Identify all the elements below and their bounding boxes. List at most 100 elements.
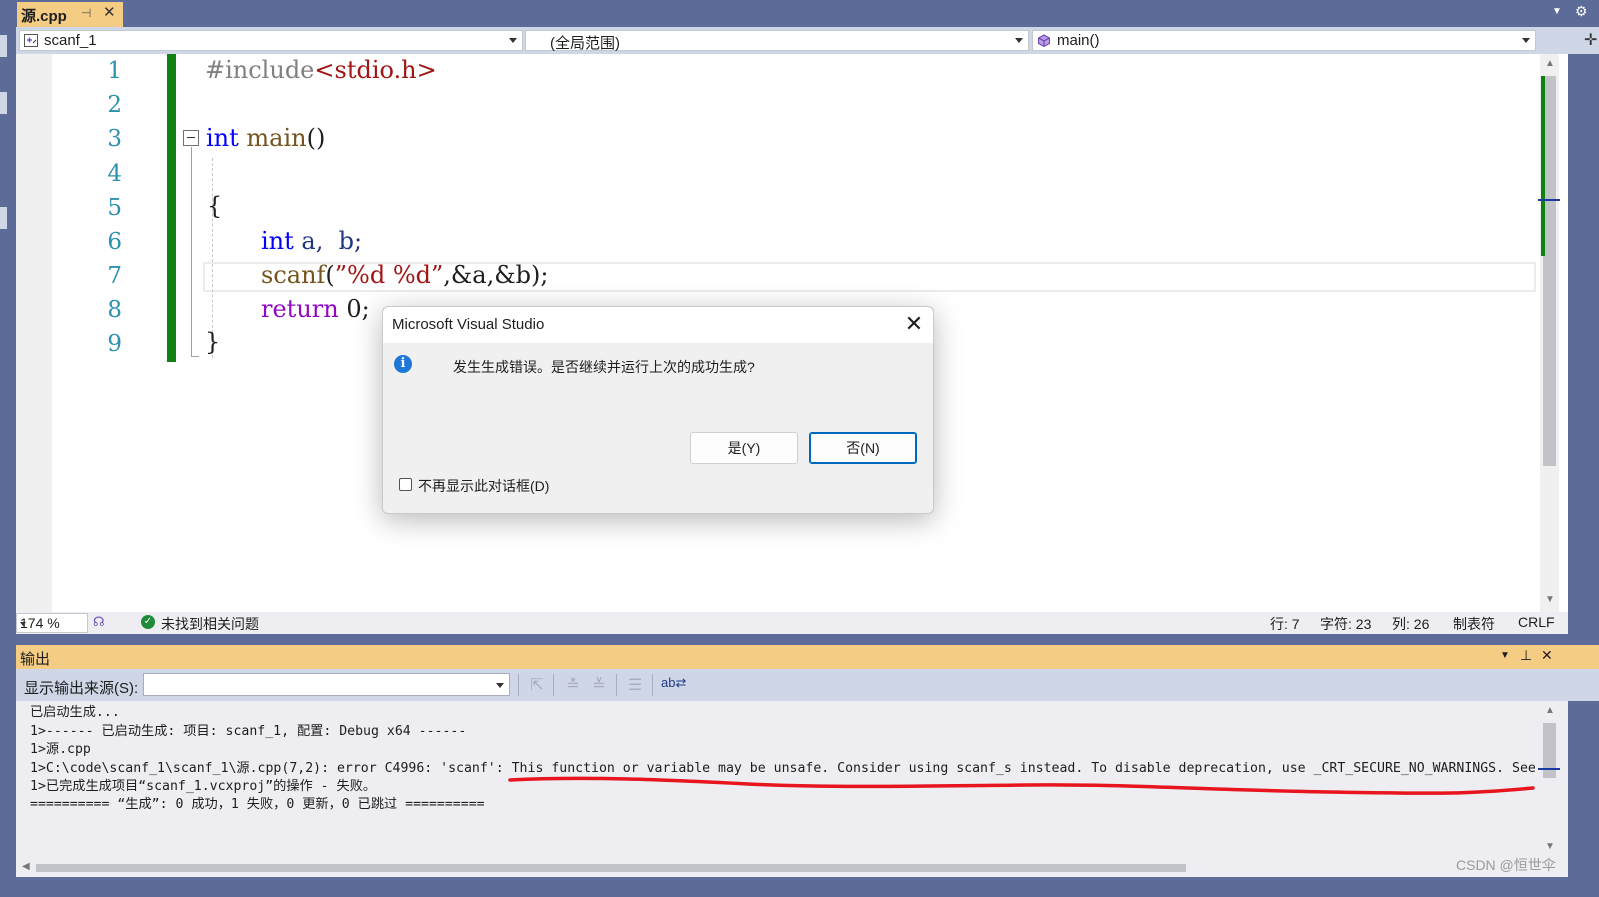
line-number: 8 [107,297,122,323]
line-number: 4 [107,161,122,187]
scanf-args: ,&a,&b); [443,261,549,289]
output-line: 1>------ 已启动生成: 项目: scanf_1, 配置: Debug x… [30,724,467,739]
code-line-7: scanf(”%d %d”,&a,&b); [261,261,548,289]
red-annotation-underline [508,776,1535,795]
intellicode-icon[interactable]: ☊ [93,614,109,630]
issues-status[interactable]: 未找到相关问题 [161,614,259,634]
chevron-down-icon [496,683,504,688]
scrollbar-caret-marker [1538,768,1560,770]
watermark: CSDN @恒世伞 [1456,857,1556,873]
code-line-5: { [207,192,223,220]
output-line: 1>源.cpp [30,742,91,757]
output-panel-title: 输出 ▼ ⊥ ✕ [16,645,1599,669]
scroll-left-icon[interactable]: ◀ [22,861,30,872]
output-vertical-scrollbar[interactable]: ▲ ▼ [1540,701,1559,859]
tab-setting[interactable]: 制表符 [1453,614,1495,634]
project-icon [24,34,38,47]
project-dropdown[interactable]: scanf_1 [19,30,523,51]
declaration: a, b; [293,227,363,255]
panel-menu-icon[interactable]: ▼ [1500,650,1510,661]
output-line: 已启动生成... [30,705,120,720]
column-indicator[interactable]: 列: 26 [1392,614,1429,634]
code-line-8: return 0; [261,295,370,323]
scroll-down-icon[interactable]: ▼ [1545,841,1555,852]
glyph-margin [16,54,52,612]
word-wrap-icon[interactable]: ab⇄ [661,675,686,695]
keyword-int: int [206,124,239,152]
close-icon[interactable]: ✕ [1541,647,1553,664]
previous-message-icon[interactable]: ≛ [563,675,583,695]
line-number: 7 [107,263,122,289]
line-number: 6 [107,229,122,255]
split-window-icon[interactable]: ✛ [1584,30,1597,50]
scope-dropdown[interactable]: (全局范围) [525,30,1029,52]
zoom-dropdown[interactable]: 174 % [16,613,88,633]
collapse-icon[interactable] [183,130,199,146]
include-header: <stdio.h> [314,56,437,84]
char-indicator[interactable]: 字符: 23 [1320,614,1371,634]
check-icon: ✓ [141,615,155,629]
preprocessor-directive: #include [205,56,315,84]
dialog-message: 发生生成错误。是否继续并运行上次的成功生成? [453,359,755,375]
chevron-down-icon [509,38,517,43]
no-button[interactable]: 否(N) [809,432,917,464]
scope-name: (全局范围) [550,35,620,52]
find-message-icon[interactable]: ⇱ [527,675,547,695]
member-name: main() [1057,32,1100,49]
navigation-bar: scanf_1 (全局范围) main() ✛ [16,27,1599,54]
code-line-3: int main() [206,124,325,152]
scroll-up-icon[interactable]: ▲ [1545,58,1555,69]
keyword-return: return [261,295,339,323]
output-line: 1>已完成生成项目“scanf_1.vcxproj”的操作 - 失败。 [30,779,377,794]
output-title: 输出 [20,651,51,668]
dont-show-checkbox[interactable] [399,478,412,491]
function-name: main [246,124,307,152]
member-dropdown[interactable]: main() [1032,30,1536,51]
close-icon[interactable]: ✕ [103,3,116,21]
yes-button[interactable]: 是(Y) [690,432,798,464]
outline-end [191,356,199,357]
toolbar-separator [553,674,554,696]
parens: () [306,124,326,152]
scroll-up-icon[interactable]: ▲ [1545,705,1555,716]
line-number: 5 [107,195,122,221]
tab-source-cpp[interactable]: 源.cpp ⊣ ✕ [17,2,123,27]
gear-icon[interactable]: ⚙ [1575,3,1588,20]
format-string: ”%d %d” [334,261,444,289]
keyword-int: int [261,227,294,255]
pin-icon[interactable]: ⊣ [81,6,91,20]
scrollbar-change-marker [1541,76,1545,256]
chevron-down-icon [1015,38,1023,43]
left-frame-strip [0,27,16,897]
pin-icon[interactable]: ⊥ [1520,647,1532,664]
toolbar-separator [616,674,617,696]
outline-line [191,147,192,357]
scrollbar-thumb[interactable] [36,864,1186,872]
side-tab[interactable] [0,92,7,114]
tab-list-dropdown-icon[interactable]: ▼ [1552,6,1562,17]
code-line-9: } [205,328,221,356]
line-indicator[interactable]: 行: 7 [1270,614,1300,634]
output-source-dropdown[interactable] [143,673,510,696]
dialog-title: Microsoft Visual Studio [392,316,545,333]
dialog-titlebar: Microsoft Visual Studio ✕ [383,307,933,343]
code-line-6: int a, b; [261,227,362,255]
toolbar-separator [518,674,519,696]
code-line-1: #include<stdio.h> [205,56,437,84]
dont-show-label[interactable]: 不再显示此对话框(D) [418,476,549,496]
change-tracking-bar [167,54,176,362]
output-line: ========== “生成”: 0 成功，1 失败，0 更新，0 已跳过 ==… [30,797,485,812]
line-ending[interactable]: CRLF [1518,614,1555,630]
close-icon[interactable]: ✕ [900,310,928,338]
line-number: 1 [107,58,122,84]
info-icon: i [394,355,412,373]
project-name: scanf_1 [44,32,97,49]
side-tab[interactable] [0,35,7,57]
output-horizontal-scrollbar[interactable]: ◀ [16,859,1568,877]
scroll-down-icon[interactable]: ▼ [1545,594,1555,605]
chevron-down-icon [1522,38,1530,43]
document-tab-strip [0,0,1599,27]
next-message-icon[interactable]: ≚ [589,675,609,695]
clear-all-icon[interactable]: ☰ [625,675,645,695]
side-tab[interactable] [0,207,7,229]
